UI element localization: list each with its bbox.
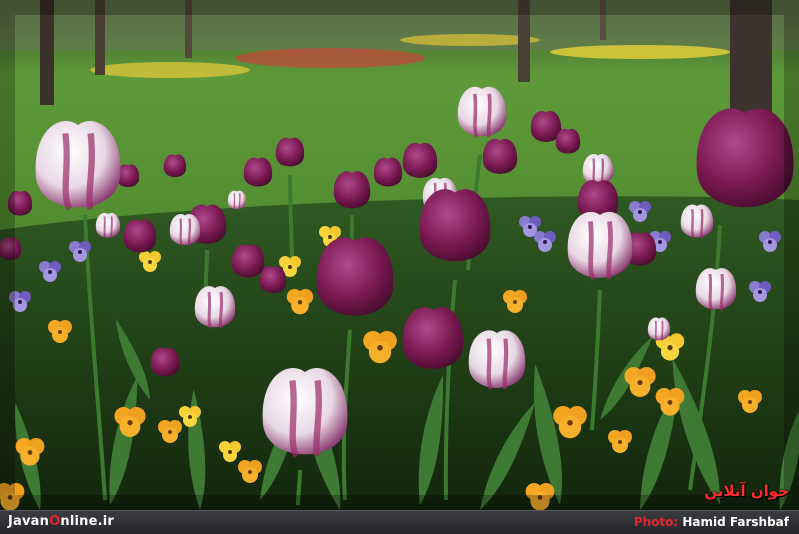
watermark-logo: جوان آنلاین <box>704 482 789 500</box>
site-o: O <box>49 514 61 529</box>
photo-frame: جوان آنلاین JavanOnline.ir Photo: Hamid … <box>0 0 799 534</box>
site-name[interactable]: JavanOnline.ir <box>8 514 114 529</box>
site-suffix: nline.ir <box>60 514 115 529</box>
photographer-name: Hamid Farshbaf <box>682 515 789 529</box>
photo-colon: : <box>673 515 683 529</box>
photo-label: Photo <box>633 515 674 529</box>
photo-credit: Photo: Hamid Farshbaf <box>634 515 789 529</box>
tulip-garden-photo <box>0 0 799 510</box>
photo-credit-bar: JavanOnline.ir Photo: Hamid Farshbaf <box>0 510 799 534</box>
site-prefix: Javan <box>8 514 50 529</box>
